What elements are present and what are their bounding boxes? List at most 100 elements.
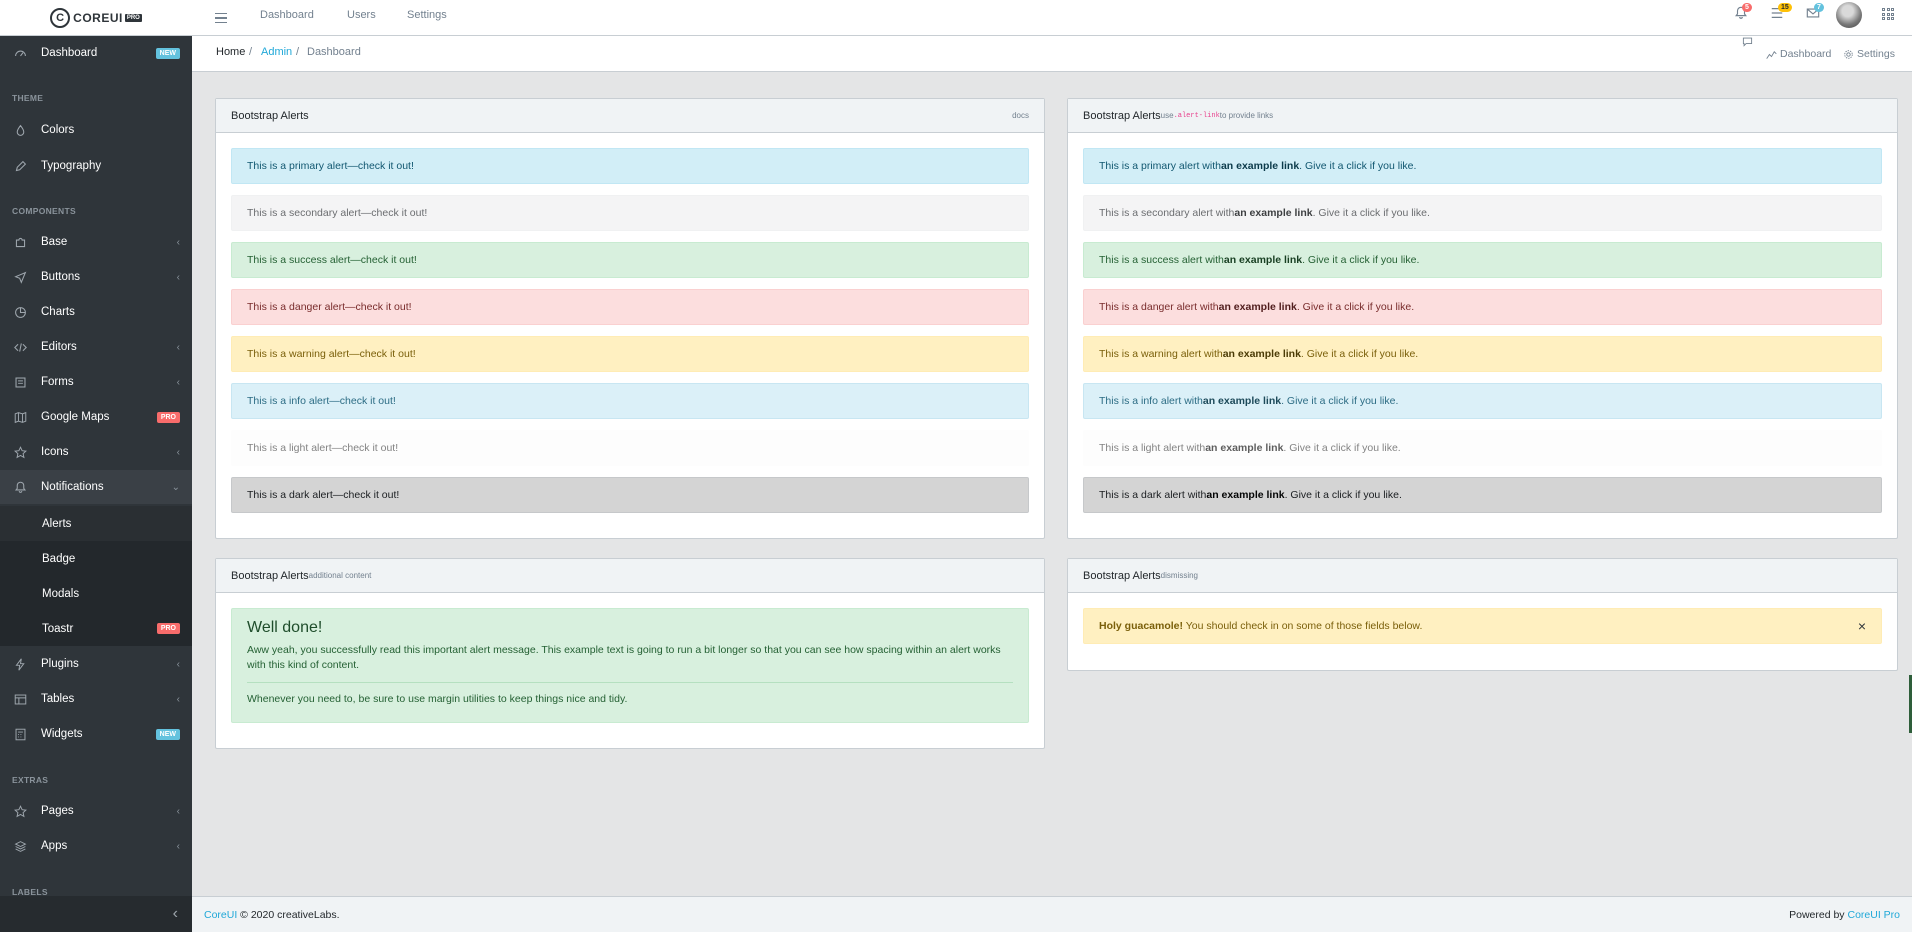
pie-chart-icon <box>12 304 28 320</box>
table-icon <box>12 691 28 707</box>
chevron-left-icon: ‹ <box>172 905 178 922</box>
sidebar-item-charts[interactable]: Charts <box>0 295 192 329</box>
energy-icon <box>12 656 28 672</box>
chevron-left-icon: ‹ <box>176 376 180 388</box>
notifications-button[interactable]: 5 <box>1734 3 1752 24</box>
sidebar-minimizer-button[interactable]: ‹ <box>0 896 192 932</box>
alert-suffix: . Give it a click if you like. <box>1312 207 1430 219</box>
card-title: Bootstrap Alerts <box>1083 569 1161 582</box>
alert-link[interactable]: an example link <box>1205 442 1283 454</box>
alert-link[interactable]: an example link <box>1223 348 1301 360</box>
sidebar-item-tables[interactable]: Tables ‹ <box>0 682 192 716</box>
sidebar-subitem-alerts[interactable]: Alerts <box>0 506 192 541</box>
layers-icon <box>12 838 28 854</box>
gear-icon <box>1844 49 1853 59</box>
brand-name: COREUI <box>73 11 123 25</box>
alert-light: This is a light alert—check it out! <box>231 430 1029 466</box>
sidebar-item-label: Forms <box>41 376 74 388</box>
breadcrumb-home[interactable]: Home <box>216 36 245 68</box>
alert-warning-dismissible: Holy guacamole! You should check in on s… <box>1083 608 1882 644</box>
apps-grid-icon[interactable] <box>1882 8 1894 20</box>
sidebar-item-label: Pages <box>41 805 74 817</box>
sidebar-item-notifications[interactable]: Notifications ⌄ <box>0 470 192 504</box>
sidebar-item-apps[interactable]: Apps ‹ <box>0 829 192 863</box>
sidebar-title-theme: THEME <box>12 93 44 103</box>
drop-icon <box>12 122 28 138</box>
alert-text: This is a primary alert with <box>1099 160 1221 172</box>
sidebar-item-pages[interactable]: Pages ‹ <box>0 794 192 828</box>
alert-success-additional: Well done! Aww yeah, you successfully re… <box>231 608 1029 723</box>
alert-link[interactable]: an example link <box>1234 207 1312 219</box>
alert-text: This is a dark alert with <box>1099 489 1207 501</box>
calculator-icon <box>12 726 28 742</box>
sidebar-subitem-modals[interactable]: Modals <box>0 576 192 611</box>
topnav-settings[interactable]: Settings <box>407 0 447 30</box>
chevron-left-icon: ‹ <box>176 658 180 670</box>
sidebar-item-label: Base <box>41 236 68 248</box>
graph-icon <box>1766 50 1777 59</box>
alert-light-link: This is a light alert with an example lin… <box>1083 430 1882 466</box>
footer-copyright: © 2020 creativeLabs. <box>237 908 340 921</box>
alert-link[interactable]: an example link <box>1206 489 1284 501</box>
sidebar-item-dashboard[interactable]: Dashboard NEW <box>0 36 192 70</box>
sidebar-item-icons[interactable]: Icons ‹ <box>0 435 192 469</box>
sidebar-item-label: Toastr <box>42 622 74 635</box>
topnav-dashboard[interactable]: Dashboard <box>260 0 314 30</box>
sidebar-toggler-icon[interactable] <box>215 9 229 27</box>
chevron-left-icon: ‹ <box>176 693 180 705</box>
puzzle-icon <box>12 234 28 250</box>
sidebar-item-widgets[interactable]: Widgets NEW <box>0 717 192 751</box>
alert-secondary: This is a secondary alert—check it out! <box>231 195 1029 231</box>
alert-danger-link: This is a danger alert with an example li… <box>1083 289 1882 325</box>
close-icon[interactable]: × <box>1858 618 1866 634</box>
breadcrumb-admin[interactable]: Admin <box>261 36 292 68</box>
user-avatar[interactable] <box>1836 2 1862 28</box>
topnav-users[interactable]: Users <box>347 0 376 30</box>
chevron-down-icon: ⌄ <box>171 481 180 493</box>
speech-icon <box>1742 37 1753 47</box>
alert-success-link: This is a success alert with an example l… <box>1083 242 1882 278</box>
sidebar-subitem-toastr[interactable]: Toastr PRO <box>0 611 192 646</box>
speech-bubble-button[interactable] <box>1742 36 1753 47</box>
code-icon <box>12 339 28 355</box>
sidebar-item-label: Dashboard <box>41 47 98 59</box>
docs-link[interactable]: docs <box>1012 111 1029 120</box>
alert-suffix: . Give it a click if you like. <box>1300 348 1419 360</box>
chevron-left-icon: ‹ <box>176 236 180 248</box>
sidebar-item-colors[interactable]: Colors <box>0 113 192 147</box>
footer-coreui-pro-link[interactable]: CoreUI Pro <box>1847 909 1900 921</box>
alert-link[interactable]: an example link <box>1221 160 1299 172</box>
alert-text: This is a light alert with <box>1099 442 1206 454</box>
alert-link[interactable]: an example link <box>1219 301 1297 313</box>
brand-logo[interactable]: C COREUI PRO <box>0 0 192 36</box>
sidebar-item-typography[interactable]: Typography <box>0 149 192 183</box>
breadcrumb-right-settings[interactable]: Settings <box>1843 36 1895 72</box>
sidebar-item-base[interactable]: Base ‹ <box>0 225 192 259</box>
sidebar-item-google-maps[interactable]: Google Maps PRO <box>0 400 192 434</box>
sidebar-item-label: Widgets <box>41 728 83 740</box>
sidebar-item-plugins[interactable]: Plugins ‹ <box>0 647 192 681</box>
sidebar-title-extras: EXTRAS <box>12 775 49 785</box>
card-header: Bootstrap Alerts dismissing <box>1068 559 1897 593</box>
card-subtitle-post: to provide links <box>1219 111 1274 120</box>
alert-link[interactable]: an example link <box>1224 254 1302 266</box>
bootstrap-alerts-additional-card: Bootstrap Alerts additional content Well… <box>215 558 1045 749</box>
alert-text: This is a success alert with <box>1099 254 1224 266</box>
chevron-left-icon: ‹ <box>176 271 180 283</box>
sidebar-item-editors[interactable]: Editors ‹ <box>0 330 192 364</box>
alert-divider <box>247 682 1013 683</box>
alert-suffix: . Give it a click if you like. <box>1283 442 1401 454</box>
messages-button[interactable]: 7 <box>1806 3 1824 24</box>
sidebar-item-label: Icons <box>41 446 69 458</box>
sidebar-item-forms[interactable]: Forms ‹ <box>0 365 192 399</box>
breadcrumb-right-dashboard[interactable]: Dashboard <box>1766 36 1831 72</box>
alert-link[interactable]: an example link <box>1203 395 1281 407</box>
sidebar-subitem-badge[interactable]: Badge <box>0 541 192 576</box>
footer-coreui-link[interactable]: CoreUI <box>204 909 237 921</box>
sidebar-item-buttons[interactable]: Buttons ‹ <box>0 260 192 294</box>
tasks-button[interactable]: 15 <box>1770 3 1792 24</box>
card-subtitle-code: .alert-link <box>1173 111 1220 120</box>
sidebar-item-label: Colors <box>41 124 75 136</box>
alert-success: This is a success alert—check it out! <box>231 242 1029 278</box>
footer-powered-by: Powered by CoreUI Pro <box>1789 909 1900 921</box>
